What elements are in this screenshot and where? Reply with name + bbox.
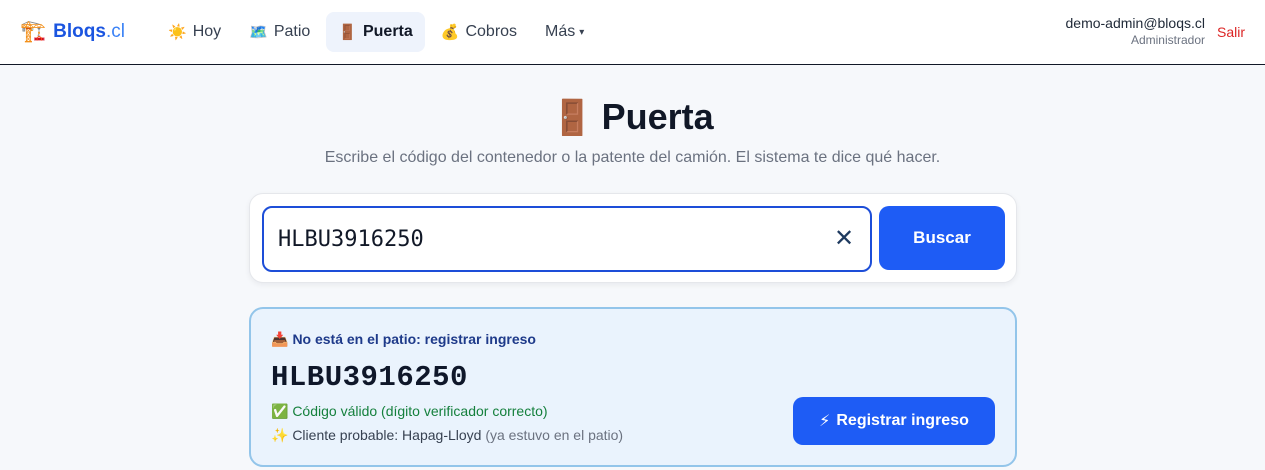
clear-icon[interactable]: ✕ [832,227,856,251]
brand-name-tld: .cl [105,21,125,42]
search-card: ✕ Buscar [249,193,1017,283]
crane-icon: 🏗️ [20,20,47,43]
logout-link[interactable]: Salir [1217,24,1245,40]
nav-item-mas-dropdown[interactable]: Más ▾ [533,12,596,52]
page-title: 🚪 Puerta [0,94,1265,141]
door-icon: 🚪 [551,99,594,137]
client-suggestion: ✨ Cliente probable: Hapag-Lloyd (ya estu… [271,427,623,444]
top-navigation-bar: 🏗️ Bloqs.cl ☀️ Hoy 🗺️ Patio 🚪 Puerta 💰 C… [0,0,1265,65]
nav-item-label: Hoy [192,23,222,40]
money-bag-icon: 💰 [440,23,460,41]
nav-item-cobros[interactable]: 💰 Cobros [429,12,529,52]
register-entry-button[interactable]: ⚡ Registrar ingreso [793,397,995,445]
brand-name-main: Bloqs [53,21,106,42]
page-title-text: Puerta [601,96,714,137]
nav-item-patio[interactable]: 🗺️ Patio [237,12,322,52]
nav-item-label: Puerta [362,23,413,40]
page-subtitle: Escribe el código del contenedor o la pa… [324,149,941,166]
brand-name: Bloqs.cl [53,19,125,45]
result-status-text: No está en el patio: registrar ingreso [292,331,536,347]
search-input[interactable] [278,208,818,270]
container-code: HLBU3916250 [271,361,468,394]
user-role: Administrador [1130,33,1205,47]
brand-logo[interactable]: 🏗️ Bloqs.cl [20,19,125,45]
nav-item-puerta[interactable]: 🚪 Puerta [326,12,425,52]
main-nav: ☀️ Hoy 🗺️ Patio 🚪 Puerta 💰 Cobros Más ▾ [156,12,596,52]
nav-item-label: Patio [273,23,311,40]
inbox-tray-icon: 📥 [271,331,289,347]
user-info: demo-admin@bloqs.cl Administrador [1066,14,1206,48]
result-status: 📥 No está en el patio: registrar ingreso [271,331,536,348]
search-button[interactable]: Buscar [879,206,1005,270]
door-icon: 🚪 [338,23,357,41]
client-note: (ya estuvo en el patio) [485,427,624,443]
result-card: 📥 No está en el patio: registrar ingreso … [249,307,1017,467]
map-icon: 🗺️ [249,23,268,41]
validation-message: ✅ Código válido (dígito verificador corr… [271,403,548,419]
user-email: demo-admin@bloqs.cl [1065,15,1206,31]
client-name-text: ✨ Cliente probable: Hapag-Lloyd [271,427,482,443]
search-field: ✕ [262,206,872,272]
sun-icon: ☀️ [168,23,187,41]
chevron-down-icon: ▾ [579,26,585,38]
nav-item-hoy[interactable]: ☀️ Hoy [156,12,233,52]
nav-item-label: Más [545,23,576,40]
nav-item-label: Cobros [465,23,518,40]
lightning-icon: ⚡ [819,413,831,430]
register-entry-label: Registrar ingreso [836,412,969,429]
